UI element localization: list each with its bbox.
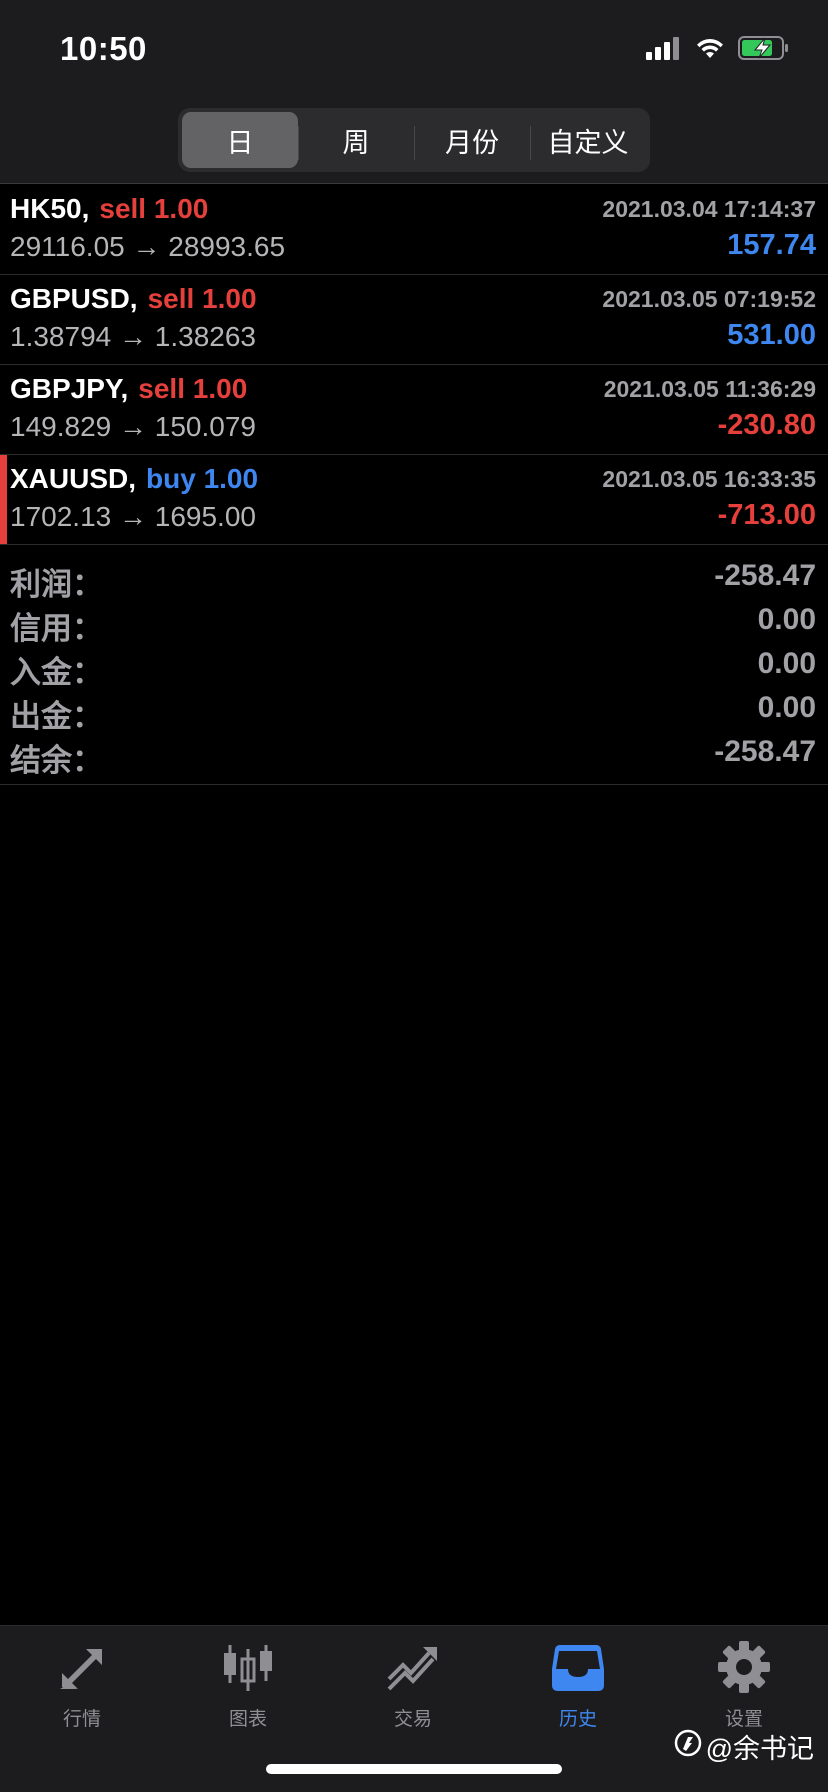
summary-label: 利润：: [10, 567, 103, 602]
tab-month[interactable]: 月份: [414, 112, 530, 168]
wifi-icon: [694, 36, 726, 65]
deal-prices: 1702.13 → 1695.00: [10, 501, 256, 532]
deal-row[interactable]: GBPUSD, sell 1.00 2021.03.05 07:19:52 1.…: [0, 275, 828, 365]
summary-section: 利润： -258.47 信用： 0.00 入金： 0.00 出金： 0.00 结…: [0, 545, 828, 785]
status-icons: [646, 34, 790, 66]
tab-quotes[interactable]: 行情: [27, 1638, 137, 1731]
deal-symbol: XAUUSD,: [10, 463, 137, 494]
summary-row-profit: 利润： -258.47: [0, 555, 828, 602]
deal-title: XAUUSD, buy 1.00: [10, 463, 258, 495]
tab-week[interactable]: 周: [298, 112, 414, 168]
tab-settings[interactable]: 设置: [689, 1638, 799, 1731]
watermark-logo-icon: [674, 1729, 702, 1764]
summary-value: 0.00: [757, 603, 816, 636]
summary-label: 信用：: [10, 611, 103, 646]
deal-profit: 157.74: [727, 229, 816, 261]
summary-value: 0.00: [757, 691, 816, 724]
deal-prices: 1.38794 → 1.38263: [10, 321, 256, 352]
deal-prices: 149.829 → 150.079: [10, 411, 256, 442]
deal-row[interactable]: XAUUSD, buy 1.00 2021.03.05 16:33:35 170…: [0, 455, 828, 545]
deal-row[interactable]: HK50, sell 1.00 2021.03.04 17:14:37 2911…: [0, 185, 828, 275]
deal-row[interactable]: GBPJPY, sell 1.00 2021.03.05 11:36:29 14…: [0, 365, 828, 455]
deal-symbol: GBPJPY,: [10, 373, 129, 404]
watermark-text: @余书记: [705, 1734, 814, 1764]
deal-profit: 531.00: [727, 319, 816, 351]
summary-value: 0.00: [757, 647, 816, 680]
deal-time: 2021.03.04 17:14:37: [602, 196, 816, 222]
tab-label: 行情: [62, 1709, 101, 1730]
tab-label: 图表: [228, 1709, 267, 1730]
watermark: @余书记: [674, 1727, 814, 1766]
deal-profit: -230.80: [717, 409, 816, 441]
tab-label: 交易: [393, 1709, 432, 1730]
tab-history[interactable]: 历史: [523, 1638, 633, 1731]
quotes-arrows-icon: [53, 1638, 111, 1696]
deal-title: HK50, sell 1.00: [10, 193, 208, 225]
home-indicator[interactable]: [266, 1764, 562, 1774]
summary-row-credit: 信用： 0.00: [0, 599, 828, 646]
tab-day[interactable]: 日: [182, 112, 298, 168]
deal-side: sell 1.00: [99, 193, 209, 224]
summary-value: -258.47: [714, 559, 816, 592]
deal-time: 2021.03.05 07:19:52: [602, 286, 816, 312]
summary-row-balance: 结余： -258.47: [0, 731, 828, 778]
deal-profit: -713.00: [717, 499, 816, 531]
deal-symbol: GBPUSD,: [10, 283, 138, 314]
period-segmented-control: 日 周 月份 自定义: [178, 108, 650, 172]
deal-time: 2021.03.05 11:36:29: [603, 376, 816, 402]
cellular-signal-icon: [646, 36, 682, 65]
tab-charts[interactable]: 图表: [193, 1638, 303, 1731]
period-header: 日 周 月份 自定义: [0, 100, 828, 184]
gear-icon: [715, 1638, 773, 1696]
deal-side: sell 1.00: [138, 373, 248, 404]
deal-title: GBPJPY, sell 1.00: [10, 373, 247, 405]
status-time: 10:50: [60, 30, 147, 67]
deal-side: buy 1.00: [146, 463, 259, 494]
deal-list: HK50, sell 1.00 2021.03.04 17:14:37 2911…: [0, 185, 828, 545]
trade-chart-icon: [384, 1638, 442, 1696]
summary-label: 入金：: [10, 655, 103, 690]
status-bar: 10:50: [0, 0, 828, 100]
deal-symbol: HK50,: [10, 193, 90, 224]
tab-custom[interactable]: 自定义: [530, 112, 646, 168]
history-inbox-icon: [549, 1638, 607, 1696]
deal-time: 2021.03.05 16:33:35: [602, 466, 816, 492]
summary-row-deposit: 入金： 0.00: [0, 643, 828, 690]
summary-value: -258.47: [714, 735, 816, 768]
tab-trade[interactable]: 交易: [358, 1638, 468, 1731]
deal-side: sell 1.00: [147, 283, 257, 314]
summary-row-withdrawal: 出金： 0.00: [0, 687, 828, 734]
battery-charging-icon: [738, 35, 790, 66]
deal-prices: 29116.05 → 28993.65: [10, 231, 286, 262]
candlestick-chart-icon: [219, 1638, 277, 1696]
deal-title: GBPUSD, sell 1.00: [10, 283, 257, 315]
summary-label: 出金：: [10, 699, 103, 734]
summary-label: 结余：: [10, 743, 103, 778]
tab-label: 历史: [558, 1709, 597, 1730]
